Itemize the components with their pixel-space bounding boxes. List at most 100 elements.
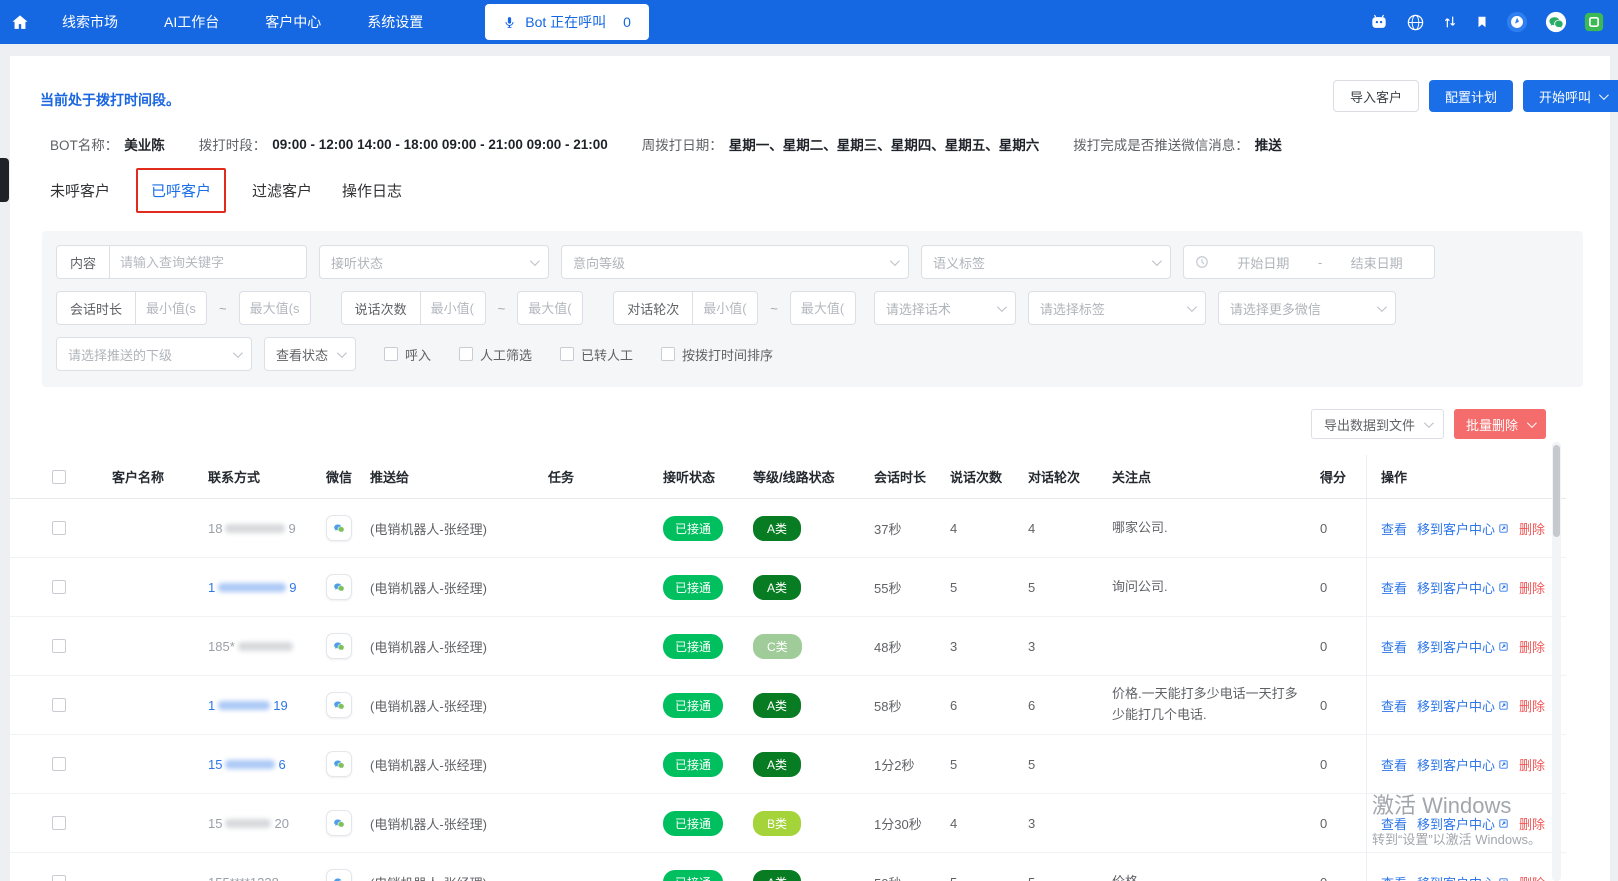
globe-icon[interactable] (1406, 13, 1425, 32)
phone-number[interactable]: 185* (208, 639, 296, 654)
start-date-field[interactable]: 开始日期 (1217, 253, 1310, 272)
semantic-tag-select[interactable]: 语义标签 (921, 245, 1172, 279)
duration-cell: 55秒 (874, 580, 902, 596)
row-checkbox[interactable] (52, 698, 66, 712)
green-square-icon[interactable] (1584, 12, 1604, 32)
speak-max-input[interactable] (517, 291, 584, 325)
move-to-customer-center-link[interactable]: 移到客户中心 (1417, 519, 1509, 538)
wechat-icon[interactable] (326, 574, 352, 600)
phone-number[interactable]: 155****1238 (208, 875, 279, 881)
nav-item-ai-workbench[interactable]: AI工作台 (164, 12, 219, 32)
scrollbar-thumb[interactable] (1553, 445, 1560, 537)
header-speak-count: 说话次数 (950, 470, 1003, 485)
rounds-min-input[interactable] (692, 291, 759, 325)
row-checkbox[interactable] (52, 580, 66, 594)
bot-calling-status[interactable]: Bot 正在呼叫 0 (485, 4, 649, 40)
answer-status-select[interactable]: 接听状态 (319, 245, 550, 279)
phone-number[interactable]: 18 9 (208, 521, 296, 536)
rounds-max-input[interactable] (789, 291, 856, 325)
wechat-icon[interactable] (326, 810, 352, 836)
view-status-select[interactable]: 查看状态 (264, 337, 356, 371)
row-checkbox[interactable] (52, 521, 66, 535)
move-to-customer-center-link[interactable]: 移到客户中心 (1417, 873, 1509, 881)
move-to-customer-center-link[interactable]: 移到客户中心 (1417, 578, 1509, 597)
move-to-customer-center-link[interactable]: 移到客户中心 (1417, 637, 1509, 656)
wechat-icon[interactable] (326, 869, 352, 881)
nav-item-lead-market[interactable]: 线索市场 (62, 12, 118, 32)
tab-uncalled-customers[interactable]: 未呼客户 (50, 180, 110, 201)
duration-max-input[interactable] (238, 291, 311, 325)
tag-select[interactable]: 请选择标签 (1027, 291, 1206, 325)
delete-link[interactable]: 删除 (1519, 696, 1545, 715)
task-cell (548, 617, 663, 675)
phone-number[interactable]: 19 (208, 580, 296, 595)
date-range-picker[interactable]: 开始日期 - 结束日期 (1183, 245, 1436, 279)
phone-number[interactable]: 15 6 (208, 757, 286, 772)
tab-called-customers[interactable]: 已呼客户 (151, 180, 211, 201)
phone-number[interactable]: 15 20 (208, 816, 289, 831)
checkbox-transferred-to-agent[interactable]: 已转人工 (560, 345, 633, 364)
home-icon[interactable] (10, 13, 30, 32)
header-customer-name: 客户名称 (112, 470, 165, 485)
view-link[interactable]: 查看 (1381, 814, 1407, 833)
push-subordinate-select[interactable]: 请选择推送的下级 (56, 337, 252, 371)
header-dialog-rounds: 对话轮次 (1028, 470, 1081, 485)
start-calling-button[interactable]: 开始呼叫 (1522, 80, 1618, 112)
phone-number[interactable]: 1 19 (208, 698, 288, 713)
batch-delete-label: 批量删除 (1465, 417, 1518, 433)
tab-operation-logs[interactable]: 操作日志 (342, 180, 402, 201)
chevron-down-icon (1526, 417, 1537, 428)
robot-icon[interactable] (1369, 13, 1389, 32)
view-link[interactable]: 查看 (1381, 578, 1407, 597)
end-date-field[interactable]: 结束日期 (1330, 253, 1423, 272)
export-data-button[interactable]: 导出数据到文件 (1310, 409, 1444, 439)
checkbox-manual-filter[interactable]: 人工筛选 (459, 345, 532, 364)
task-cell (548, 499, 663, 557)
wechat-circle-icon[interactable] (1545, 11, 1567, 33)
bookmark-icon[interactable] (1475, 13, 1489, 31)
row-checkbox[interactable] (52, 816, 66, 830)
nav-item-customer-center[interactable]: 客户中心 (265, 12, 321, 32)
select-all-checkbox[interactable] (52, 469, 66, 484)
view-link[interactable]: 查看 (1381, 755, 1407, 774)
delete-link[interactable]: 删除 (1519, 519, 1545, 538)
collapsed-drawer-handle[interactable] (0, 158, 9, 202)
batch-delete-button[interactable]: 批量删除 (1453, 409, 1546, 439)
keyword-input[interactable] (109, 245, 308, 279)
speak-min-input[interactable] (419, 291, 486, 325)
wechat-icon[interactable] (326, 515, 352, 541)
configure-plan-button[interactable]: 配置计划 (1428, 80, 1513, 112)
phone-masked-segment (218, 700, 271, 710)
view-link[interactable]: 查看 (1381, 873, 1407, 881)
import-customers-button[interactable]: 导入客户 (1332, 80, 1419, 112)
view-link[interactable]: 查看 (1381, 519, 1407, 538)
vertical-scrollbar[interactable] (1552, 442, 1561, 881)
move-to-customer-center-link[interactable]: 移到客户中心 (1417, 755, 1509, 774)
delete-link[interactable]: 删除 (1519, 873, 1545, 881)
chevron-down-icon (1598, 89, 1609, 100)
checkbox-sort-by-dial-time[interactable]: 按拨打时间排序 (661, 345, 773, 364)
intent-level-select[interactable]: 意向等级 (561, 245, 910, 279)
delete-link[interactable]: 删除 (1519, 637, 1545, 656)
delete-link[interactable]: 删除 (1519, 814, 1545, 833)
wechat-icon[interactable] (326, 633, 352, 659)
script-select[interactable]: 请选择话术 (873, 291, 1016, 325)
wechat-icon[interactable] (326, 692, 352, 718)
compass-icon[interactable] (1506, 11, 1528, 33)
row-checkbox[interactable] (52, 757, 66, 771)
more-wechat-select[interactable]: 请选择更多微信 (1217, 291, 1396, 325)
wechat-icon[interactable] (326, 751, 352, 777)
view-link[interactable]: 查看 (1381, 637, 1407, 656)
move-to-customer-center-link[interactable]: 移到客户中心 (1417, 696, 1509, 715)
checkbox-call-in[interactable]: 呼入 (384, 345, 431, 364)
delete-link[interactable]: 删除 (1519, 755, 1545, 774)
row-checkbox[interactable] (52, 639, 66, 653)
move-to-customer-center-link[interactable]: 移到客户中心 (1417, 814, 1509, 833)
sort-arrows-icon[interactable] (1442, 13, 1458, 31)
nav-item-system-settings[interactable]: 系统设置 (367, 12, 423, 32)
duration-min-input[interactable] (135, 291, 208, 325)
tab-filtered-customers[interactable]: 过滤客户 (252, 180, 312, 201)
delete-link[interactable]: 删除 (1519, 578, 1545, 597)
row-checkbox[interactable] (52, 875, 66, 881)
view-link[interactable]: 查看 (1381, 696, 1407, 715)
